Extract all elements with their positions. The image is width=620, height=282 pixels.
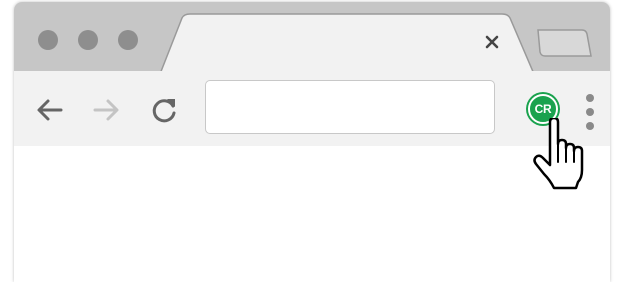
extension-button[interactable]: CR <box>526 92 560 126</box>
active-tab[interactable] <box>14 2 610 74</box>
extension-label: CR <box>534 102 552 116</box>
close-icon[interactable] <box>480 30 504 54</box>
title-bar <box>14 2 610 74</box>
arrow-left-icon[interactable] <box>34 94 66 126</box>
address-bar[interactable] <box>205 80 495 134</box>
new-tab-icon[interactable] <box>532 26 594 60</box>
reload-icon[interactable] <box>148 94 180 126</box>
menu-dot <box>586 94 594 102</box>
arrow-right-icon[interactable] <box>90 94 122 126</box>
page-content[interactable] <box>14 146 610 282</box>
browser-window: CR <box>14 2 610 282</box>
kebab-menu-icon[interactable] <box>580 92 600 132</box>
menu-dot <box>586 108 594 116</box>
toolbar: CR <box>14 72 610 146</box>
menu-dot <box>586 122 594 130</box>
